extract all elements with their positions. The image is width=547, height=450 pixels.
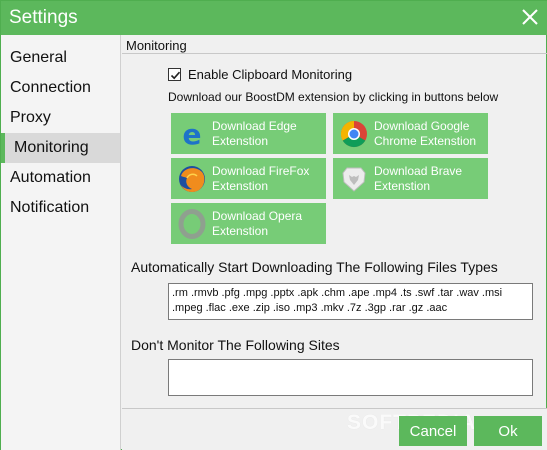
section-divider — [122, 53, 547, 54]
firefox-icon — [177, 164, 207, 194]
excluded-sites-label: Don't Monitor The Following Sites — [131, 337, 340, 353]
download-brave-button[interactable]: Download Brave Extenstion — [333, 158, 488, 199]
clipboard-monitoring-checkbox[interactable] — [168, 67, 181, 81]
settings-sidebar: General Connection Proxy Monitoring Auto… — [1, 35, 121, 450]
clipboard-monitoring-option[interactable]: Enable Clipboard Monitoring — [168, 65, 352, 83]
clipboard-monitoring-label: Enable Clipboard Monitoring — [188, 66, 353, 82]
download-edge-button[interactable]: e Download Edge Extenstion — [171, 113, 326, 154]
download-chrome-label: Download Google Chrome Extenstion — [374, 118, 477, 148]
excluded-sites-input[interactable] — [168, 359, 533, 396]
monitoring-panel: Monitoring Enable Clipboard Monitoring D… — [122, 35, 547, 408]
ok-button[interactable]: Ok — [474, 416, 542, 446]
sidebar-item-proxy[interactable]: Proxy — [1, 103, 120, 133]
sidebar-item-notification[interactable]: Notification — [1, 193, 120, 223]
file-types-label: Automatically Start Downloading The Foll… — [131, 259, 498, 275]
cancel-button[interactable]: Cancel — [399, 416, 467, 446]
download-firefox-button[interactable]: Download FireFox Extenstion — [171, 158, 326, 199]
edge-icon: e — [177, 118, 207, 151]
sidebar-item-label: Automation — [10, 169, 91, 186]
sidebar-item-label: General — [10, 49, 67, 66]
section-title: Monitoring — [126, 38, 187, 53]
check-icon — [170, 71, 181, 79]
file-types-input[interactable]: .rm .rmvb .pfg .mpg .pptx .apk .chm .ape… — [168, 283, 533, 320]
sidebar-item-general[interactable]: General — [1, 43, 120, 73]
sidebar-item-connection[interactable]: Connection — [1, 73, 120, 103]
sidebar-item-label: Proxy — [10, 109, 51, 126]
download-brave-label: Download Brave Extenstion — [374, 163, 463, 193]
settings-window: Settings General Connection Proxy Monito… — [0, 0, 547, 450]
close-icon[interactable] — [518, 5, 542, 29]
svg-text:e: e — [183, 119, 202, 149]
sidebar-item-label: Monitoring — [14, 139, 89, 156]
download-opera-button[interactable]: Download Opera Extenstion — [171, 203, 326, 244]
sidebar-item-label: Notification — [10, 199, 90, 216]
download-firefox-label: Download FireFox Extenstion — [212, 163, 310, 193]
opera-icon — [177, 208, 207, 239]
title-bar: Settings — [1, 1, 547, 35]
brave-icon — [339, 164, 369, 194]
download-edge-label: Download Edge Extenstion — [212, 118, 297, 148]
sidebar-item-label: Connection — [10, 79, 91, 96]
sidebar-item-automation[interactable]: Automation — [1, 163, 120, 193]
download-chrome-button[interactable]: Download Google Chrome Extenstion — [333, 113, 488, 154]
sidebar-item-monitoring[interactable]: Monitoring — [1, 133, 120, 163]
download-opera-label: Download Opera Extenstion — [212, 208, 303, 238]
extension-hint: Download our BoostDM extension by clicki… — [168, 90, 499, 104]
window-title: Settings — [9, 7, 78, 28]
dialog-footer: SOFTPEDIA Cancel Ok — [122, 408, 547, 450]
chrome-icon — [339, 119, 369, 149]
